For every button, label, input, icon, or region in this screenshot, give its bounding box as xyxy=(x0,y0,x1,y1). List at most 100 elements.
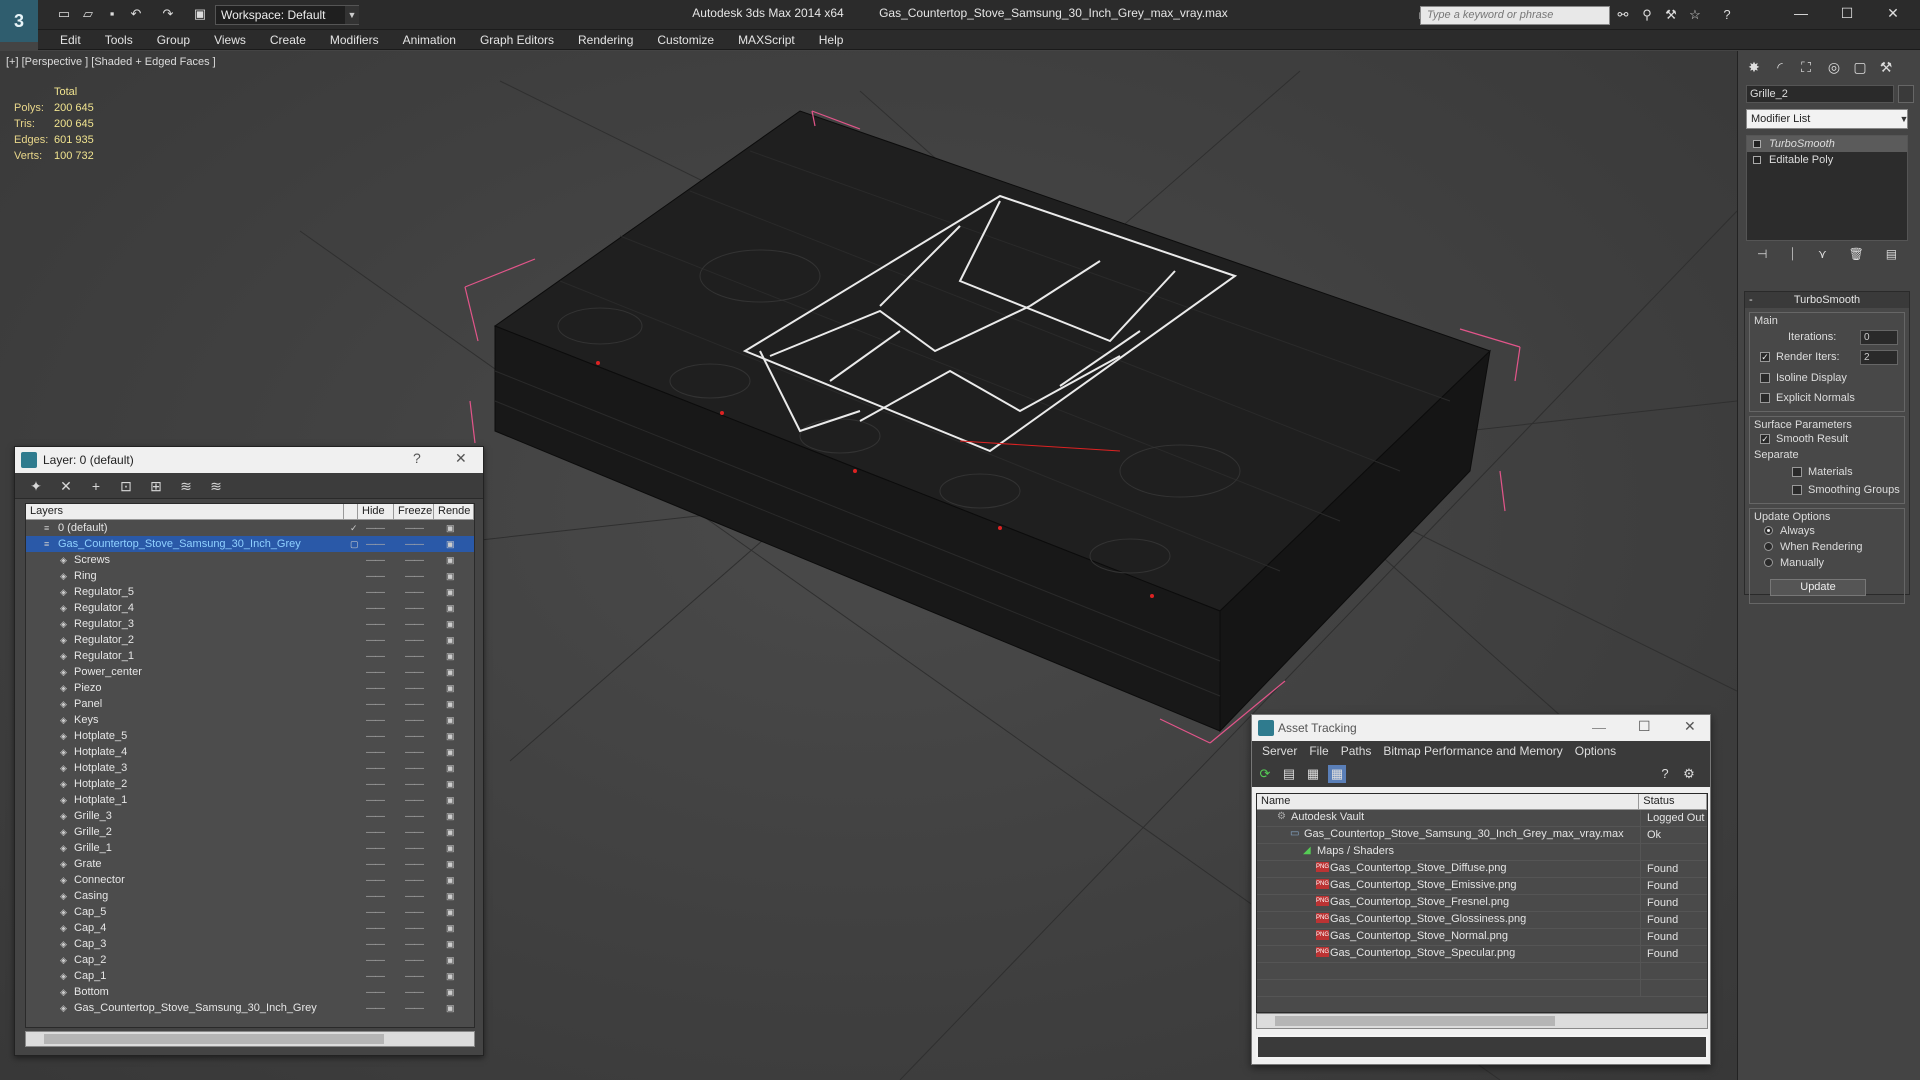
hide-toggle[interactable]: —— xyxy=(366,539,385,550)
materials-checkbox[interactable] xyxy=(1792,467,1802,477)
modifier-list-dropdown[interactable]: Modifier List xyxy=(1746,109,1908,129)
render-toggle-icon[interactable]: ▣ xyxy=(446,571,456,581)
render-toggle-icon[interactable]: ▣ xyxy=(446,523,456,533)
list-item[interactable]: ◈ Regulator_2 —— —— ▣ xyxy=(26,632,474,648)
render-toggle-icon[interactable]: ▣ xyxy=(446,955,456,965)
render-toggle-icon[interactable]: ▣ xyxy=(446,907,456,917)
list-item[interactable]: ◈ Cap_3 —— —— ▣ xyxy=(26,936,474,952)
render-toggle-icon[interactable]: ▣ xyxy=(446,891,456,901)
help-icon[interactable]: ? xyxy=(1718,7,1736,23)
freeze-toggle[interactable]: —— xyxy=(405,523,424,534)
layer-checkbox[interactable]: ▢ xyxy=(350,539,360,549)
render-toggle-icon[interactable]: ▣ xyxy=(446,987,456,997)
freeze-all-icon[interactable]: ≋ xyxy=(205,476,227,496)
hide-toggle[interactable]: —— xyxy=(366,699,385,710)
table-row[interactable]: PNG Gas_Countertop_Stove_Specular.png Foun… xyxy=(1257,946,1707,963)
freeze-toggle[interactable]: —— xyxy=(405,683,424,694)
list-item[interactable]: ◈ Bottom —— —— ▣ xyxy=(26,984,474,1000)
redo-icon[interactable]: ↷ xyxy=(160,6,176,22)
hide-toggle[interactable]: —— xyxy=(366,555,385,566)
column-status[interactable]: Status xyxy=(1639,794,1707,809)
freeze-toggle[interactable]: —— xyxy=(405,715,424,726)
render-toggle-icon[interactable]: ▣ xyxy=(446,603,456,613)
freeze-toggle[interactable]: —— xyxy=(405,731,424,742)
freeze-toggle[interactable]: —— xyxy=(405,923,424,934)
freeze-toggle[interactable]: —— xyxy=(405,971,424,982)
list-item[interactable]: ◈ Keys —— —— ▣ xyxy=(26,712,474,728)
render-toggle-icon[interactable]: ▣ xyxy=(446,667,456,677)
pin-stack-icon[interactable]: ⊣ xyxy=(1757,247,1767,265)
freeze-toggle[interactable]: —— xyxy=(405,635,424,646)
render-toggle-icon[interactable]: ▣ xyxy=(446,1003,456,1013)
close-button[interactable]: ✕ xyxy=(1684,718,1696,735)
render-toggle-icon[interactable]: ▣ xyxy=(446,715,456,725)
minimize-button[interactable]: — xyxy=(1778,0,1824,28)
render-toggle-icon[interactable]: ▣ xyxy=(446,699,456,709)
expand-icon[interactable] xyxy=(1753,156,1761,164)
table-row[interactable]: ◢ Maps / Shaders xyxy=(1257,844,1707,861)
object-name-field[interactable]: Grille_2 xyxy=(1746,85,1894,103)
render-toggle-icon[interactable]: ▣ xyxy=(446,651,456,661)
render-toggle-icon[interactable]: ▣ xyxy=(446,763,456,773)
freeze-toggle[interactable]: —— xyxy=(405,891,424,902)
create-layer-icon[interactable]: ✦ xyxy=(25,476,47,496)
hide-toggle[interactable]: —— xyxy=(366,827,385,838)
hide-toggle[interactable]: —— xyxy=(366,891,385,902)
render-toggle-icon[interactable]: ▣ xyxy=(446,827,456,837)
render-toggle-icon[interactable]: ▣ xyxy=(446,859,456,869)
freeze-toggle[interactable]: —— xyxy=(405,811,424,822)
hide-toggle[interactable]: —— xyxy=(366,715,385,726)
highlight-layer-icon[interactable]: ⊞ xyxy=(145,476,167,496)
hide-toggle[interactable]: —— xyxy=(366,971,385,982)
undo-icon[interactable]: ↶ xyxy=(128,6,144,22)
render-toggle-icon[interactable]: ▣ xyxy=(446,731,456,741)
hide-toggle[interactable]: —— xyxy=(366,875,385,886)
menu-customize[interactable]: Customize xyxy=(645,30,726,50)
freeze-toggle[interactable]: —— xyxy=(405,843,424,854)
list-item[interactable]: ◈ Hotplate_4 —— —— ▣ xyxy=(26,744,474,760)
menu-help[interactable]: Help xyxy=(807,30,856,50)
smoothing-groups-checkbox[interactable] xyxy=(1792,485,1802,495)
freeze-toggle[interactable]: —— xyxy=(405,987,424,998)
menu-animation[interactable]: Animation xyxy=(391,30,468,50)
list-item[interactable]: ◈ Ring —— —— ▣ xyxy=(26,568,474,584)
hide-toggle[interactable]: —— xyxy=(366,651,385,662)
hide-all-icon[interactable]: ≋ xyxy=(175,476,197,496)
list-item[interactable]: ◈ Grille_2 —— —— ▣ xyxy=(26,824,474,840)
maximize-button[interactable]: ☐ xyxy=(1638,718,1651,735)
list-item[interactable]: ◈ Cap_4 —— —— ▣ xyxy=(26,920,474,936)
freeze-toggle[interactable]: —— xyxy=(405,795,424,806)
render-toggle-icon[interactable]: ▣ xyxy=(446,843,456,853)
select-objects-icon[interactable]: ⊡ xyxy=(115,476,137,496)
menu-server[interactable]: Server xyxy=(1256,744,1303,758)
menu-bitmap-performance[interactable]: Bitmap Performance and Memory xyxy=(1377,744,1568,758)
hide-toggle[interactable]: —— xyxy=(366,731,385,742)
list-item[interactable]: ◈ Regulator_1 —— —— ▣ xyxy=(26,648,474,664)
freeze-toggle[interactable]: —— xyxy=(405,955,424,966)
hide-toggle[interactable]: —— xyxy=(366,683,385,694)
configure-sets-icon[interactable]: ▤ xyxy=(1886,247,1897,265)
render-toggle-icon[interactable]: ▣ xyxy=(446,635,456,645)
save-icon[interactable]: ▪ xyxy=(104,6,120,22)
render-toggle-icon[interactable]: ▣ xyxy=(446,939,456,949)
hide-toggle[interactable]: —— xyxy=(366,939,385,950)
list-item[interactable]: ◈ Screws —— —— ▣ xyxy=(26,552,474,568)
render-toggle-icon[interactable]: ▣ xyxy=(446,539,456,549)
display-tab-icon[interactable]: ▢ xyxy=(1848,56,1872,78)
object-color-swatch[interactable] xyxy=(1898,85,1914,103)
list-item[interactable]: ◈ Hotplate_2 —— —— ▣ xyxy=(26,776,474,792)
app-logo-icon[interactable]: 3 xyxy=(0,0,38,42)
isoline-checkbox[interactable] xyxy=(1760,373,1770,383)
freeze-toggle[interactable]: —— xyxy=(405,939,424,950)
when-rendering-radio[interactable] xyxy=(1764,542,1773,551)
table-row[interactable]: PNG Gas_Countertop_Stove_Diffuse.png Found xyxy=(1257,861,1707,878)
list-item[interactable]: ◈ Piezo —— —— ▣ xyxy=(26,680,474,696)
freeze-toggle[interactable]: —— xyxy=(405,667,424,678)
search-input[interactable]: Type a keyword or phrase xyxy=(1420,6,1610,25)
iterations-spinner[interactable]: 0 xyxy=(1860,330,1898,345)
table-view-icon[interactable]: ▦ xyxy=(1328,765,1346,783)
menu-edit[interactable]: Edit xyxy=(48,30,93,50)
hide-toggle[interactable]: —— xyxy=(366,635,385,646)
list-item[interactable]: ◈ Hotplate_1 —— —— ▣ xyxy=(26,792,474,808)
freeze-toggle[interactable]: —— xyxy=(405,587,424,598)
